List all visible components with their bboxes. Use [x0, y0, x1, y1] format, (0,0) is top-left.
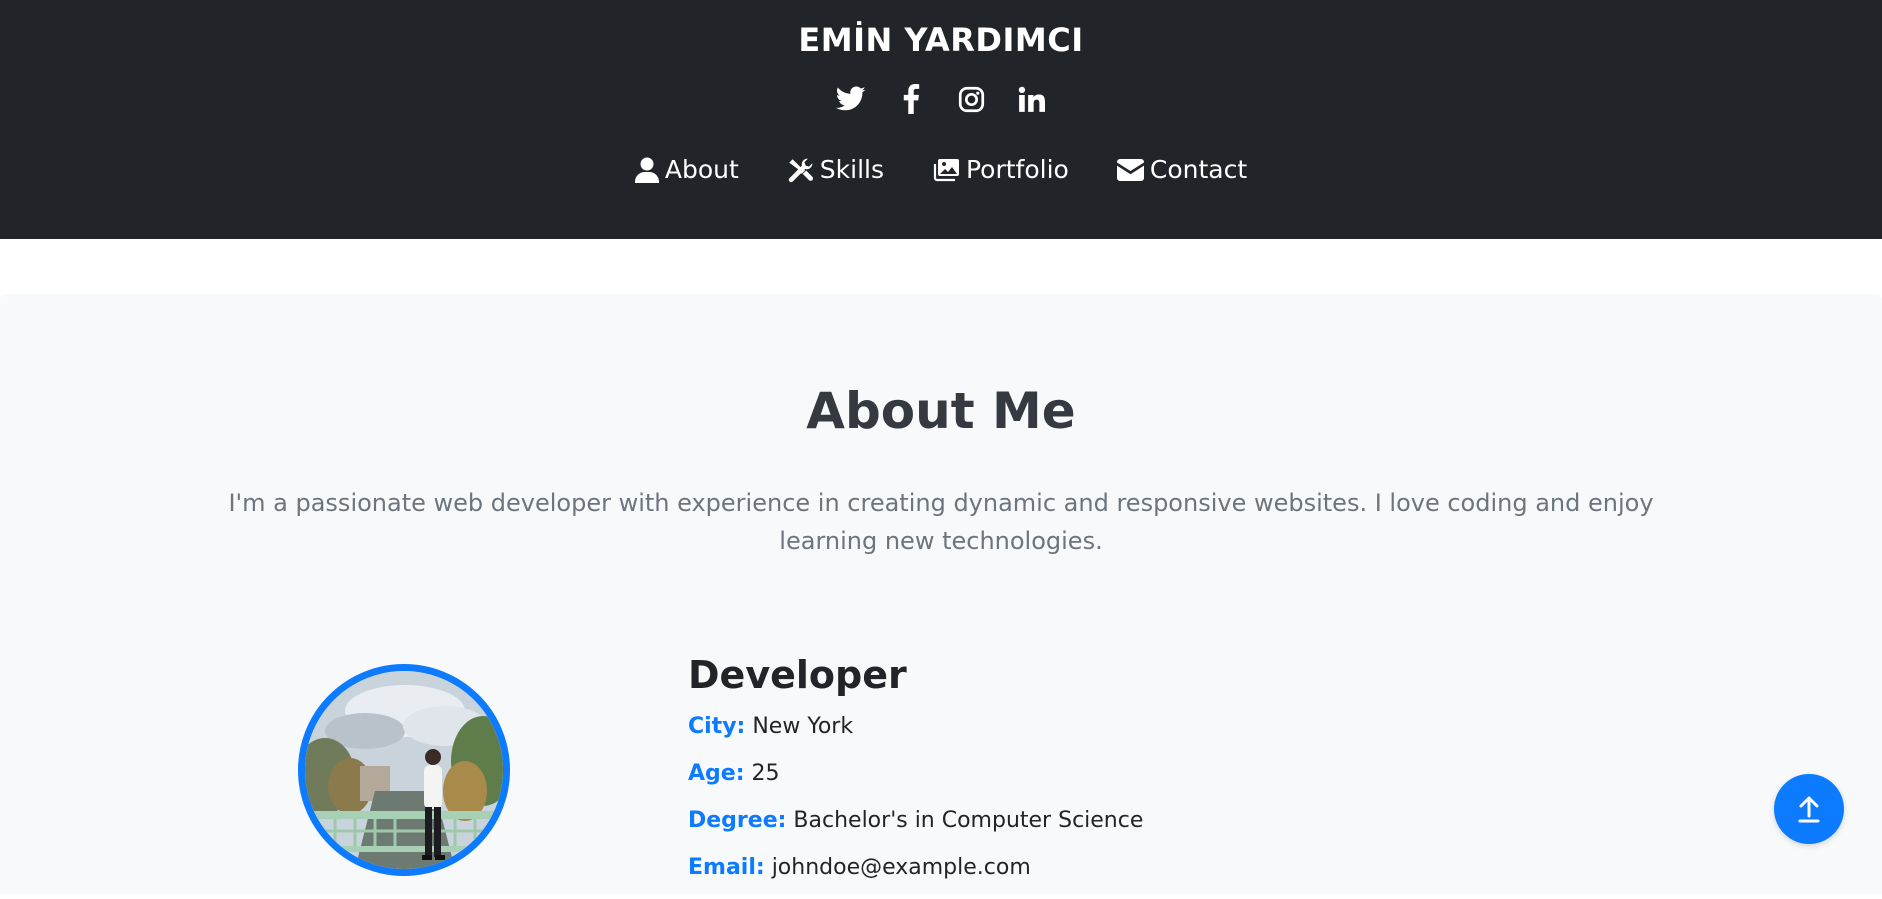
info-value: 25	[751, 761, 780, 786]
linkedin-link[interactable]	[1016, 84, 1046, 114]
info-label: Degree:	[688, 808, 787, 833]
profile-photo	[305, 671, 503, 869]
info-row-degree: Degree: Bachelor's in Computer Science	[688, 805, 1588, 837]
instagram-icon	[958, 86, 984, 112]
nav-label-about: About	[664, 155, 739, 184]
main-nav: About Skills Portfolio Contact	[0, 152, 1882, 188]
info-block: Developer City: New York Age: 25 Degree:…	[688, 649, 1588, 899]
info-value: New York	[752, 714, 854, 739]
tools-icon	[788, 158, 813, 182]
info-row-email: Email: johndoe@example.com	[688, 852, 1588, 884]
linkedin-icon	[1018, 86, 1045, 112]
back-to-top-button[interactable]	[1774, 774, 1844, 844]
info-label: Age:	[688, 761, 745, 786]
twitter-icon	[836, 86, 866, 111]
arrow-up-icon	[1798, 796, 1820, 823]
info-value: Bachelor's in Computer Science	[793, 808, 1144, 833]
info-label: Email:	[688, 855, 765, 880]
twitter-link[interactable]	[836, 84, 866, 114]
about-lead: I'm a passionate web developer with expe…	[228, 489, 1654, 555]
site-header: EMİN YARDIMCI About Skills Portfolio Con…	[0, 0, 1882, 239]
about-title: About Me	[806, 382, 1076, 440]
facebook-link[interactable]	[896, 84, 926, 114]
nav-label-skills: Skills	[819, 155, 884, 184]
avatar	[298, 664, 510, 876]
images-icon	[933, 159, 959, 182]
info-role: Developer	[688, 653, 907, 697]
nav-item-about[interactable]: About	[634, 152, 739, 188]
info-value: johndoe@example.com	[771, 855, 1031, 880]
nav-label-portfolio: Portfolio	[966, 155, 1069, 184]
nav-item-portfolio[interactable]: Portfolio	[932, 152, 1069, 188]
info-row-age: Age: 25	[688, 758, 1588, 790]
site-title: EMİN YARDIMCI	[798, 21, 1084, 59]
facebook-icon	[903, 84, 920, 114]
nav-item-skills[interactable]: Skills	[787, 152, 884, 188]
instagram-link[interactable]	[956, 84, 986, 114]
nav-item-contact[interactable]: Contact	[1116, 152, 1248, 188]
social-links	[0, 84, 1882, 114]
info-row-city: City: New York	[688, 711, 1588, 743]
nav-label-contact: Contact	[1149, 155, 1248, 184]
envelope-icon	[1116, 159, 1144, 181]
info-label: City:	[688, 714, 746, 739]
user-icon	[634, 157, 659, 183]
about-section: About Me I'm a passionate web developer …	[0, 294, 1882, 894]
